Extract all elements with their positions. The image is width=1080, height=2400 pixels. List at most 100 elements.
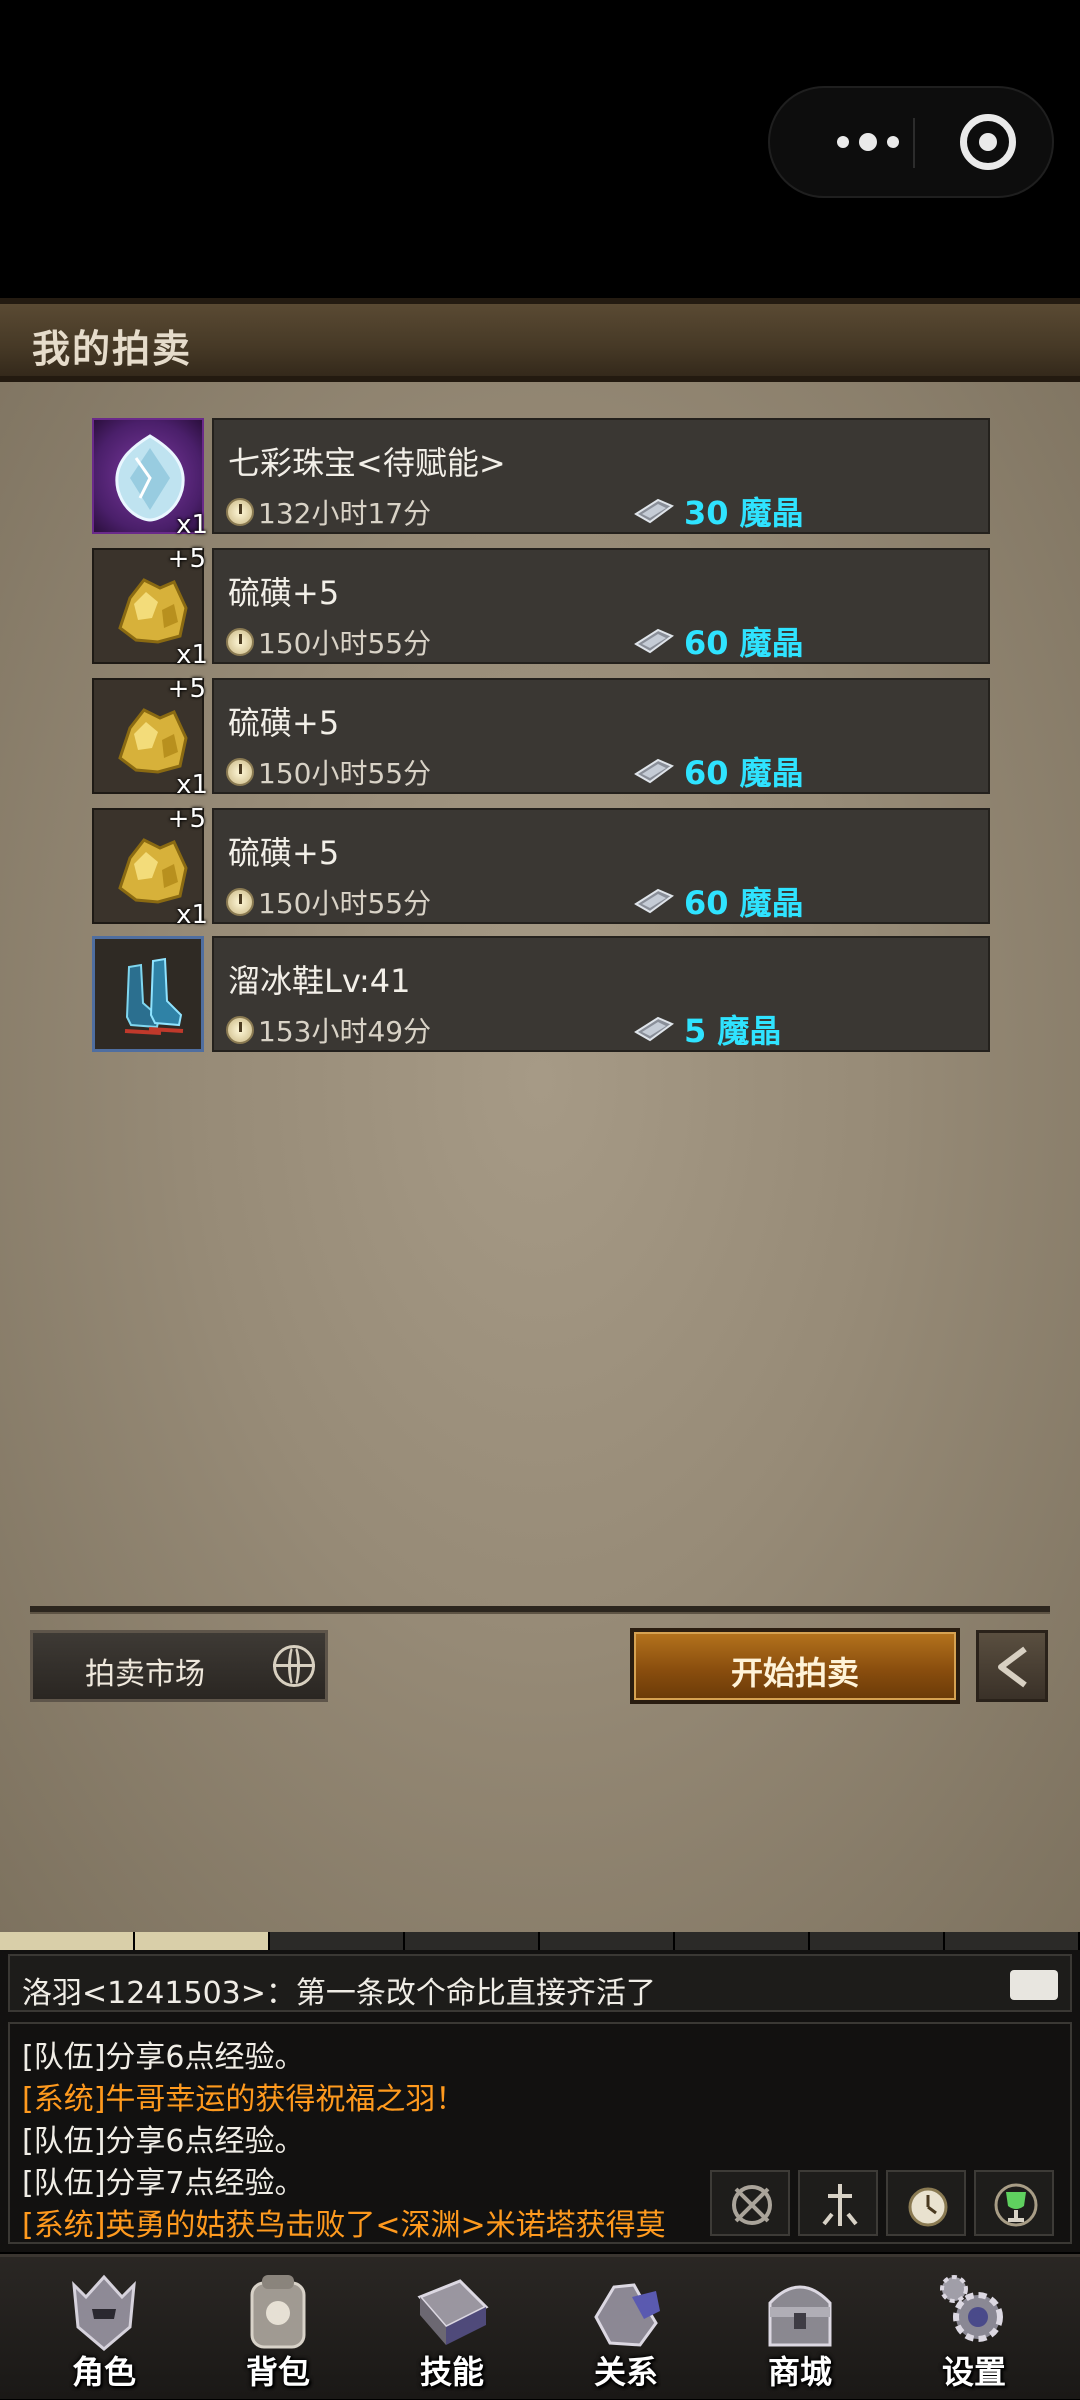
chat-log-line: [队伍]分享6点经验。 <box>22 2040 305 2075</box>
chat-tab[interactable] <box>540 1932 675 1950</box>
auction-info: 硫磺+5 150小时55分 60 魔晶 <box>212 808 990 924</box>
chat-log-line: [队伍]分享7点经验。 <box>22 2166 305 2201</box>
divider <box>30 1606 1050 1614</box>
chat-tab[interactable] <box>945 1932 1080 1950</box>
quantity-label: x1 <box>176 640 208 670</box>
chat-log-line: [系统]英勇的姑获鸟击败了<深渊>米诺塔获得莫 <box>22 2208 666 2243</box>
nav-item-skills[interactable]: 技能 <box>382 2257 522 2399</box>
bottom-nav: 角色 背包 技能 关系 商城 设置 <box>0 2254 1080 2399</box>
clock-icon <box>226 888 254 916</box>
auction-info: 溜冰鞋Lv:41 153小时49分 5 魔晶 <box>212 936 990 1052</box>
clock-icon <box>226 498 254 526</box>
jewel-icon: x1 <box>92 418 208 540</box>
nav-item-settings[interactable]: 设置 <box>904 2257 1044 2399</box>
chat-log-line: [系统]牛哥幸运的获得祝福之羽！ <box>22 2082 466 2117</box>
item-name: 七彩珠宝<待赋能> <box>228 444 506 482</box>
team-button[interactable] <box>710 2170 790 2236</box>
globe-icon <box>273 1645 315 1687</box>
chat-message-text: 洛羽<1241503>：第一条改个命比直接齐活了 <box>22 1976 656 2011</box>
chest-icon <box>768 2285 832 2347</box>
sword-icon <box>822 2184 858 2226</box>
helmet-icon <box>72 2274 136 2351</box>
back-arrow-icon <box>998 1646 1027 1688</box>
nav-label: 背包 <box>245 2353 310 2391</box>
magic-crystal-icon <box>634 628 674 654</box>
gear-icon <box>940 2275 1003 2342</box>
chat-tab[interactable] <box>675 1932 810 1950</box>
sulfur-icon: +5 x1 <box>92 674 208 800</box>
chat-tab[interactable] <box>0 1932 135 1950</box>
nav-label: 关系 <box>593 2353 658 2391</box>
magic-crystal-icon <box>634 498 674 524</box>
magic-crystal-icon <box>634 1016 674 1042</box>
enhance-level: +5 <box>167 544 206 574</box>
clock-icon <box>226 758 254 786</box>
sulfur-icon: +5 x1 <box>92 804 208 930</box>
quantity-label: x1 <box>176 770 208 800</box>
price: 60 魔晶 <box>634 878 804 924</box>
auction-row[interactable]: +5 x1 硫磺+5 150小时55分 60 魔晶 <box>92 674 990 800</box>
chat-panel: 洛羽<1241503>：第一条改个命比直接齐活了 [队伍]分享6点经验。 [系统… <box>0 1932 1080 2252</box>
auction-row[interactable]: +5 x1 硫磺+5 150小时55分 60 魔晶 <box>92 544 990 670</box>
back-button[interactable] <box>976 1630 1048 1702</box>
chat-tab[interactable] <box>135 1932 270 1950</box>
nav-item-backpack[interactable]: 背包 <box>208 2257 348 2399</box>
auction-info: 硫磺+5 150小时55分 60 魔晶 <box>212 548 990 664</box>
nav-item-relations[interactable]: 关系 <box>556 2257 696 2399</box>
nav-item-character[interactable]: 角色 <box>34 2257 174 2399</box>
keyboard-icon[interactable] <box>1010 1970 1058 2000</box>
clock-icon <box>908 2187 948 2227</box>
nav-label: 角色 <box>71 2353 136 2391</box>
auction-market-label: 拍卖市场 <box>85 1657 205 1692</box>
auction-info: 硫磺+5 150小时55分 60 魔晶 <box>212 678 990 794</box>
auction-row[interactable]: +5 x1 硫磺+5 150小时55分 60 魔晶 <box>92 804 990 930</box>
chat-tab[interactable] <box>270 1932 405 1950</box>
price: 60 魔晶 <box>634 618 804 664</box>
auction-market-button[interactable]: 拍卖市场 <box>30 1630 328 1702</box>
chat-tab[interactable] <box>405 1932 540 1950</box>
item-name: 硫磺+5 <box>228 574 340 612</box>
nav-label: 设置 <box>941 2353 1006 2391</box>
time-remaining: 150小时55分 <box>226 752 431 792</box>
start-auction-button[interactable]: 开始拍卖 <box>630 1628 960 1704</box>
sword-button[interactable] <box>798 2170 878 2236</box>
gauntlet-icon <box>594 2283 660 2347</box>
target-close-icon[interactable] <box>960 114 1016 170</box>
capsule-divider <box>913 118 915 168</box>
quantity-label: x1 <box>176 510 208 540</box>
nav-item-shop[interactable]: 商城 <box>730 2257 870 2399</box>
chat-tab[interactable] <box>810 1932 945 1950</box>
time-remaining: 153小时49分 <box>226 1010 431 1050</box>
backpack-icon <box>250 2275 306 2349</box>
item-name: 硫磺+5 <box>228 834 340 872</box>
clock-button[interactable] <box>886 2170 966 2236</box>
price: 30 魔晶 <box>634 488 804 534</box>
more-dots-icon[interactable] <box>808 88 928 196</box>
page-title: 我的拍卖 <box>32 327 193 371</box>
auction-panel: x1 七彩珠宝<待赋能> 132小时17分 30 魔晶 +5 x1 硫磺+5 1… <box>0 382 1080 1932</box>
nav-label: 商城 <box>767 2353 832 2391</box>
crosshair-icon <box>732 2185 772 2225</box>
auction-info: 七彩珠宝<待赋能> 132小时17分 30 魔晶 <box>212 418 990 534</box>
auction-row[interactable]: x1 七彩珠宝<待赋能> 132小时17分 30 魔晶 <box>92 418 990 540</box>
price: 5 魔晶 <box>634 1006 781 1052</box>
enhance-level: +5 <box>167 674 206 704</box>
price: 60 魔晶 <box>634 748 804 794</box>
enhance-level: +5 <box>167 804 206 834</box>
chat-latest-message[interactable]: 洛羽<1241503>：第一条改个命比直接齐活了 <box>8 1954 1072 2012</box>
quantity-label: x1 <box>176 900 208 930</box>
clock-icon <box>226 1016 254 1044</box>
game-screen: 我的拍卖 x1 七彩珠宝<待赋能> 132小时17分 30 魔晶 +5 x1 硫… <box>0 298 1080 2399</box>
trophy-icon <box>994 2183 1038 2227</box>
sulfur-icon: +5 x1 <box>92 544 208 670</box>
time-remaining: 150小时55分 <box>226 882 431 922</box>
clock-icon <box>226 628 254 656</box>
item-name: 溜冰鞋Lv:41 <box>228 962 411 1000</box>
nav-label: 技能 <box>419 2353 484 2391</box>
time-remaining: 150小时55分 <box>226 622 431 662</box>
trophy-button[interactable] <box>974 2170 1054 2236</box>
magic-crystal-icon <box>634 888 674 914</box>
auction-row[interactable]: 溜冰鞋Lv:41 153小时49分 5 魔晶 <box>92 936 990 1054</box>
skill-book-icon <box>417 2279 489 2345</box>
item-name: 硫磺+5 <box>228 704 340 742</box>
